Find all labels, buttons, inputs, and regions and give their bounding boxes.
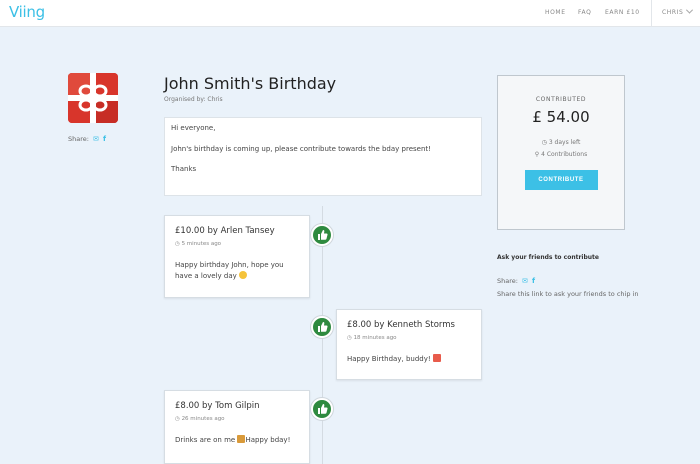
user-icon: ⚲ [534,151,540,158]
days-left: ◷ 3 days left [498,139,624,146]
ask-friends-heading: Ask your friends to contribute [497,254,599,261]
top-nav-bar: Viing HOME FAQ EARN £10 CHRIS [0,0,700,27]
time-text: 18 minutes ago [353,335,397,341]
share-hint: Share this link to ask your friends to c… [497,290,639,298]
contributed-label: CONTRIBUTED [535,96,587,103]
contribution-card: £10.00 by Arlen Tansey ◷ 5 minutes ago H… [164,215,310,298]
email-icon[interactable]: ✉ [522,277,528,285]
clock-icon: ◷ [175,241,180,247]
chevron-down-icon [686,6,694,14]
clock-icon: ◷ [175,416,180,422]
thumbs-up-icon [311,398,333,420]
share-label: Share: [497,277,518,285]
share-links-left: Share: ✉ f [68,135,106,143]
nav-earn-link[interactable]: EARN £10 [605,9,640,16]
user-menu[interactable]: CHRIS [662,6,694,16]
gift-icon [68,73,118,123]
nav-faq-link[interactable]: FAQ [578,9,591,16]
contribution-time: ◷ 26 minutes ago [175,416,299,422]
message-line: Hi everyone, [171,124,216,132]
page-title: John Smith's Birthday [164,74,337,93]
days-left-text: 3 days left [548,139,581,146]
contribution-summary-panel: CONTRIBUTED £ 54.00 ◷ 3 days left ⚲ 4 Co… [497,75,625,230]
contributed-amount: £ 54.00 [532,108,590,126]
smile-emoji-icon [239,271,248,280]
contribute-button[interactable]: CONTRIBUTE [524,170,598,190]
nav-home-link[interactable]: HOME [545,9,566,16]
share-label: Share: [68,135,89,143]
message-line: Thanks [171,165,197,174]
message-text: Happy birthday John, hope you have a lov… [175,261,284,281]
contribution-time: ◷ 5 minutes ago [175,241,299,247]
contribution-count-text: 4 Contributions [541,151,588,158]
organiser-text: Organised by: Chris [164,96,223,103]
contribution-card: £8.00 by Kenneth Storms ◷ 18 minutes ago… [336,309,482,380]
nav-divider [651,0,652,27]
contribution-message: Drinks are on me Happy bday! [175,435,299,446]
message-text: Happy Birthday, buddy! [347,355,431,363]
contribution-title: £8.00 by Kenneth Storms [347,320,455,330]
clock-icon: ◷ [347,335,352,341]
facebook-icon[interactable]: f [103,135,106,143]
message-line: John's birthday is coming up, please con… [171,144,431,153]
contribution-title: £10.00 by Arlen Tansey [175,226,275,236]
clock-icon: ◷ [541,139,547,146]
facebook-icon[interactable]: f [532,277,535,285]
contribution-time: ◷ 18 minutes ago [347,335,471,341]
share-links-right: Share: ✉ f [497,277,535,285]
time-text: 5 minutes ago [181,241,222,247]
thumbs-up-icon [311,224,333,246]
email-icon[interactable]: ✉ [93,135,99,143]
contribution-count: ⚲ 4 Contributions [498,151,624,158]
message-text: Drinks are on me [175,436,236,444]
gift-emoji-icon [432,354,441,362]
message-tail: Happy bday! [245,436,291,444]
contribution-message: Happy Birthday, buddy! [347,354,471,365]
thumbs-up-icon [311,316,333,338]
logo[interactable]: Viing [9,3,45,21]
contribution-card: £8.00 by Tom Gilpin ◷ 26 minutes ago Dri… [164,390,310,464]
event-message-card: Hi everyone, John's birthday is coming u… [164,117,482,196]
user-name: CHRIS [662,9,684,16]
contribution-title: £8.00 by Tom Gilpin [175,401,260,411]
contribution-message: Happy birthday John, hope you have a lov… [175,260,299,282]
time-text: 26 minutes ago [181,416,225,422]
